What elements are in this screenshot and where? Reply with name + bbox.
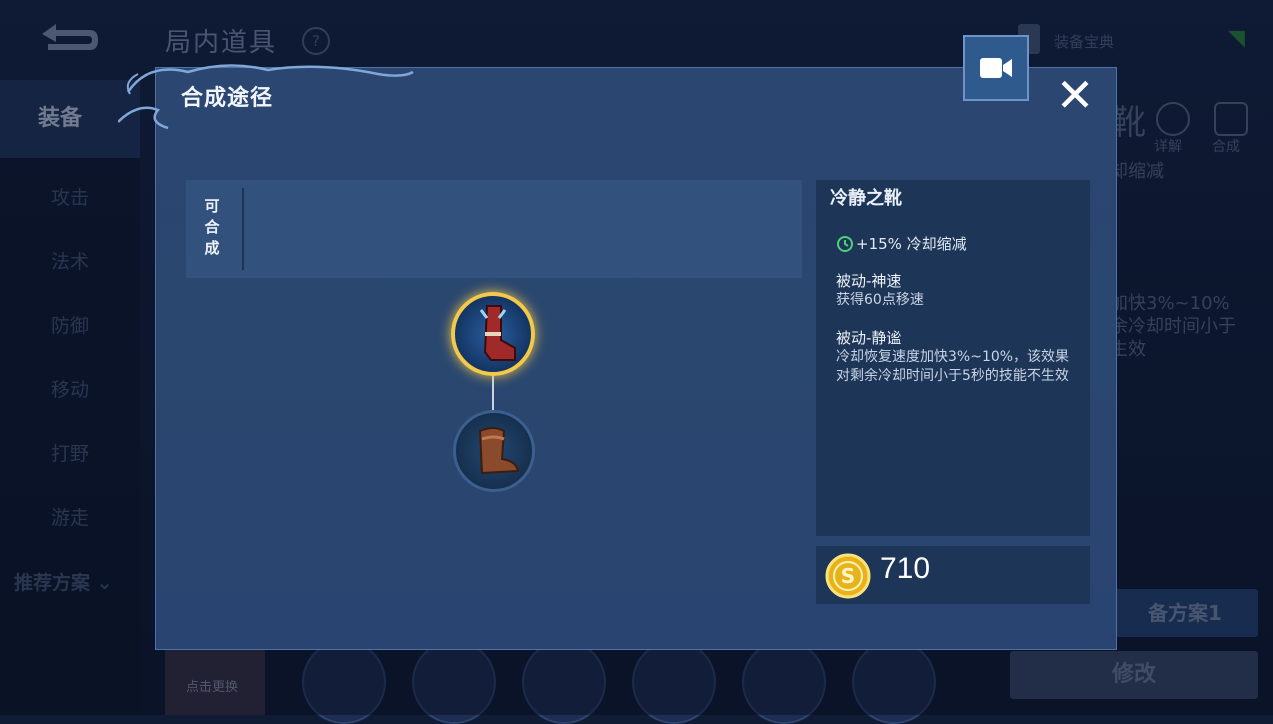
video-camera-icon	[980, 58, 1012, 78]
passive-desc: 冷却恢复速度加快3%~10%，该效果对剩余冷却时间小于5秒的技能不生效	[836, 349, 1070, 384]
item-name: 冷静之靴	[830, 188, 902, 209]
stat-text: +15% 冷却缩减	[856, 235, 967, 253]
passive-block: 被动-静谧 冷却恢复速度加快3%~10%，该效果对剩余冷却时间小于5秒的技能不生…	[836, 329, 1076, 386]
video-button[interactable]	[963, 35, 1029, 101]
passive-desc: 获得60点移速	[836, 292, 924, 308]
passive-block: 被动-神速 获得60点移速	[836, 272, 1076, 310]
calm-boots-icon[interactable]	[451, 292, 535, 376]
svg-text:S: S	[841, 564, 855, 588]
cooldown-icon	[837, 235, 853, 252]
red-boot-icon	[479, 305, 516, 361]
divider	[242, 188, 244, 270]
close-icon[interactable]: ✕	[1052, 70, 1098, 120]
dialog-title: 合成途径	[181, 86, 274, 111]
passive-title: 被动-神速	[836, 272, 902, 290]
craftable-label: 可合成	[204, 197, 220, 257]
item-stat: +15% 冷却缩减	[836, 233, 967, 254]
brown-boot-icon	[478, 427, 520, 475]
item-price: 710	[880, 552, 931, 585]
passive-title: 被动-静谧	[836, 329, 902, 347]
tree-connector	[492, 370, 494, 412]
craftable-bar	[186, 180, 802, 278]
basic-boots-icon[interactable]	[453, 410, 535, 492]
gold-coin-icon: S	[825, 553, 871, 599]
